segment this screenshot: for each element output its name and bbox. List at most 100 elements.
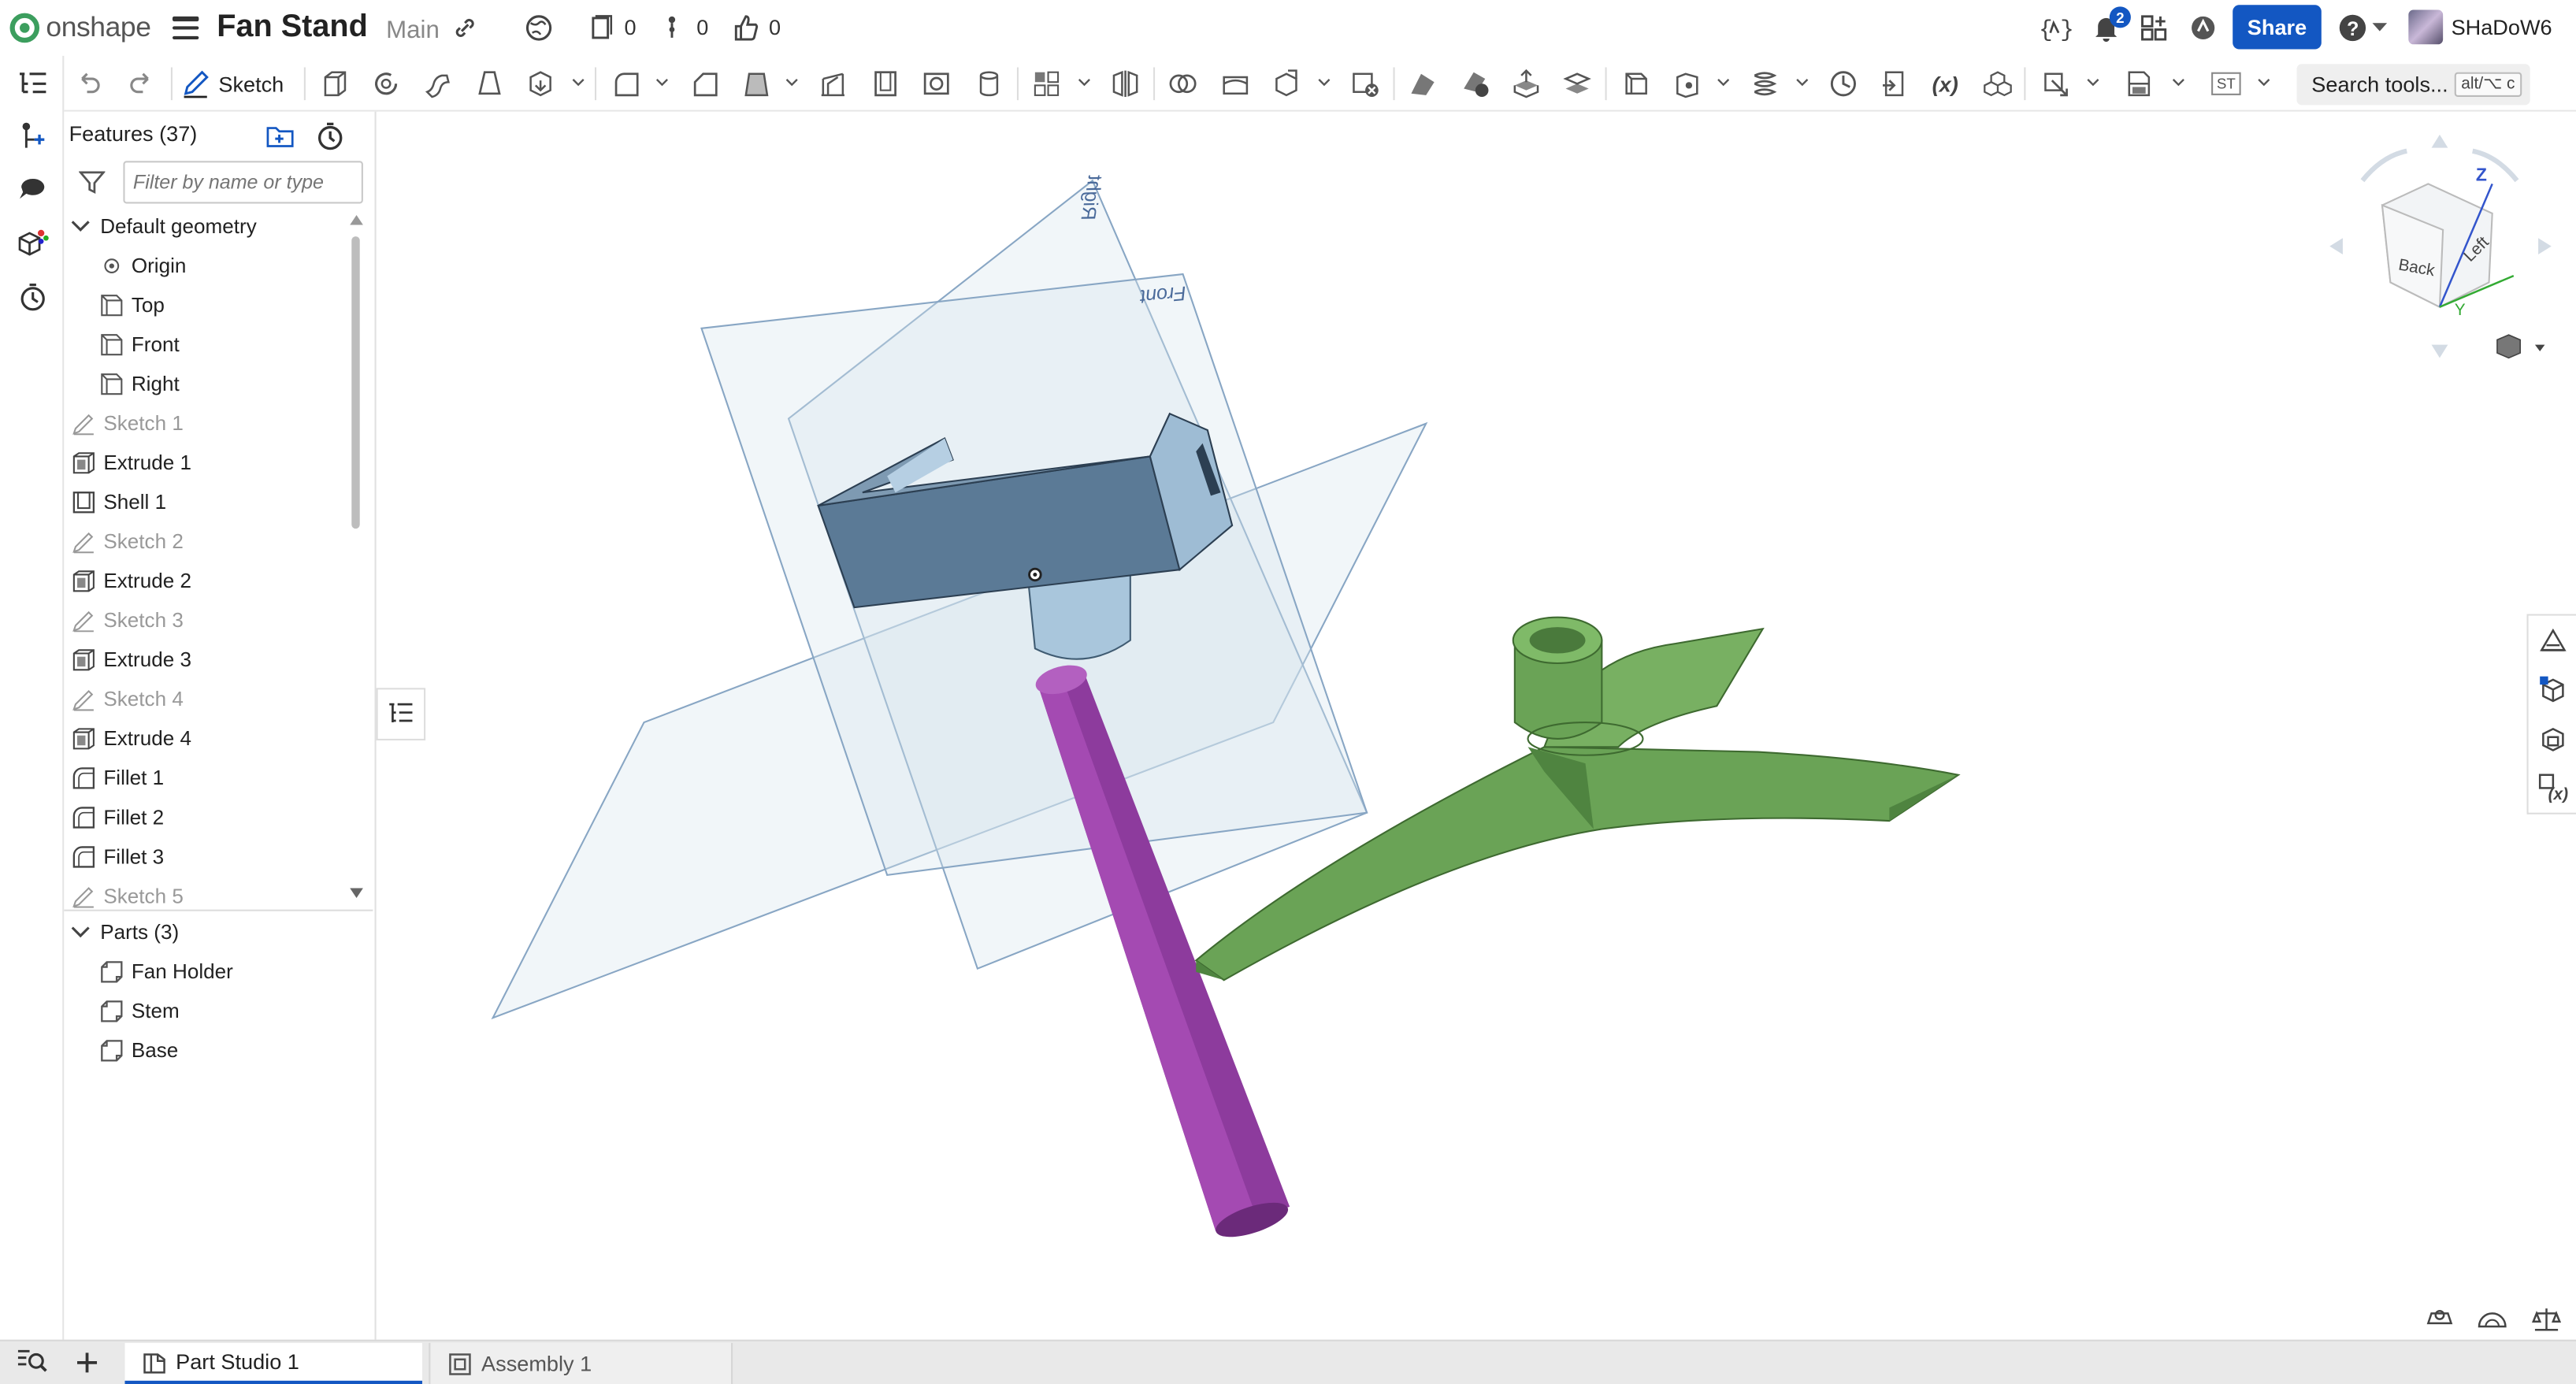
feature-item[interactable]: Sketch 4 (64, 680, 351, 719)
tree-group-default-geometry[interactable]: Default geometry (64, 207, 351, 247)
onshape-logo[interactable]: onshape (9, 12, 151, 45)
undo-icon[interactable] (69, 64, 109, 103)
parts-panel-icon[interactable] (2537, 673, 2570, 707)
feature-item[interactable]: Front (64, 325, 351, 365)
variables-panel-icon[interactable]: (x) (2537, 772, 2570, 805)
feature-list-toggle[interactable] (376, 688, 426, 740)
replace-face-icon[interactable] (1557, 64, 1597, 103)
globe-icon[interactable] (521, 10, 557, 46)
sweep-icon[interactable] (419, 64, 458, 103)
feature-item[interactable]: Extrude 4 (64, 719, 351, 759)
thicken-icon[interactable] (521, 64, 560, 103)
tab-assembly-1[interactable]: Assembly 1 (429, 1342, 733, 1384)
filter-input[interactable] (123, 161, 363, 204)
like-icon[interactable] (728, 10, 764, 46)
feature-item[interactable]: Right (64, 365, 351, 404)
branch-icon[interactable] (654, 10, 690, 46)
feature-item[interactable]: Origin (64, 247, 351, 286)
plane-icon[interactable] (1616, 64, 1656, 103)
view-down-arrow-icon[interactable] (2431, 344, 2448, 358)
chevron-down-icon[interactable] (2172, 76, 2185, 89)
part-item-base[interactable]: Base (64, 1031, 351, 1070)
variable-icon[interactable]: (x) (1925, 64, 1965, 103)
feature-item[interactable]: Shell 1 (64, 483, 351, 522)
search-tools-input[interactable]: Search tools... alt/⌥ c (2296, 64, 2530, 106)
transform-icon[interactable] (1267, 64, 1306, 103)
feature-scrollbar[interactable] (348, 213, 365, 911)
assembly-panel-icon[interactable] (2537, 722, 2570, 755)
menu-icon[interactable] (172, 16, 199, 40)
chevron-down-icon[interactable] (572, 76, 585, 89)
tree-group-parts[interactable]: Parts (3) (64, 913, 351, 952)
view-options-icon[interactable] (2496, 334, 2545, 359)
rib-icon[interactable] (813, 64, 852, 103)
appearance-panel-icon[interactable] (2537, 624, 2570, 657)
scroll-thumb[interactable] (351, 236, 360, 529)
comments-icon[interactable] (15, 171, 51, 207)
scroll-up-icon[interactable] (348, 213, 365, 227)
sketch-button[interactable]: Sketch (180, 64, 284, 103)
move-face-icon[interactable] (1506, 64, 1546, 103)
avatar[interactable] (2408, 9, 2444, 45)
model-canvas[interactable]: Right Front Back Left Z Y (378, 112, 2576, 1340)
search-tabs-icon[interactable] (17, 1348, 50, 1382)
delete-part-icon[interactable] (1346, 64, 1385, 103)
cylinder-icon[interactable] (969, 64, 1008, 103)
feature-item[interactable]: Top (64, 286, 351, 325)
feature-item[interactable]: Extrude 1 (64, 443, 351, 483)
revolve-icon[interactable] (366, 64, 406, 103)
feature-item[interactable]: Fillet 1 (64, 759, 351, 798)
chevron-down-icon[interactable] (1795, 76, 1809, 89)
share-button[interactable]: Share (2233, 5, 2322, 50)
feature-item[interactable]: Fillet 3 (64, 837, 351, 877)
feature-item[interactable]: Extrude 2 (64, 562, 351, 601)
feature-item[interactable]: Sketch 1 (64, 404, 351, 443)
appearance-icon[interactable] (15, 225, 51, 262)
app-store-icon[interactable] (2136, 10, 2172, 46)
linear-pattern-icon[interactable] (1026, 64, 1066, 103)
view-right-arrow-icon[interactable] (2538, 238, 2552, 255)
section-view-icon[interactable] (2119, 64, 2158, 103)
extrude-icon[interactable] (315, 64, 354, 103)
feature-item[interactable]: Extrude 3 (64, 640, 351, 680)
chamfer-icon[interactable] (685, 64, 725, 103)
filter-icon[interactable] (78, 169, 106, 204)
view-left-arrow-icon[interactable] (2329, 238, 2343, 255)
chevron-down-icon[interactable] (655, 76, 669, 89)
feature-item[interactable]: Sketch 2 (64, 522, 351, 562)
helix-icon[interactable] (1745, 64, 1784, 103)
username[interactable]: SHaDoW6 (2452, 15, 2552, 39)
modify-fillet-icon[interactable] (1403, 64, 1442, 103)
part-item-stem[interactable]: Stem (64, 992, 351, 1031)
derived-icon[interactable] (1875, 64, 1914, 103)
versions-icon[interactable] (583, 10, 619, 46)
hole-icon[interactable] (917, 64, 956, 103)
mirror-icon[interactable] (1106, 64, 1145, 103)
mate-connector-icon[interactable] (1668, 64, 1707, 103)
balance-icon[interactable] (2531, 1308, 2562, 1331)
chevron-down-icon[interactable] (2257, 76, 2270, 89)
view-cube[interactable]: Back Left Z Y (2329, 134, 2552, 358)
graphics-viewport[interactable]: Right Front Back Left Z Y (377, 111, 2576, 1340)
document-title[interactable]: Fan Stand (217, 10, 368, 46)
branch-name[interactable]: Main (386, 17, 440, 44)
add-folder-icon[interactable] (266, 123, 296, 158)
link-icon[interactable] (447, 10, 483, 46)
scroll-down-icon[interactable] (348, 886, 365, 900)
measure-icon[interactable] (2036, 64, 2075, 103)
boolean-icon[interactable] (1164, 64, 1203, 103)
standard-content-icon[interactable]: ST (2207, 64, 2246, 103)
redo-icon[interactable] (121, 64, 161, 103)
rollback-icon[interactable] (1824, 64, 1863, 103)
feature-list-icon[interactable] (15, 65, 51, 102)
chevron-down-icon[interactable] (2087, 76, 2100, 89)
chevron-down-icon[interactable] (71, 926, 91, 939)
chevron-down-icon[interactable] (1318, 76, 1331, 89)
learning-center-icon[interactable] (2185, 10, 2222, 46)
chevron-down-icon[interactable] (1717, 76, 1730, 89)
add-tab-button[interactable] (72, 1348, 102, 1378)
insert-icon[interactable] (15, 118, 51, 154)
view-up-arrow-icon[interactable] (2431, 134, 2448, 148)
configurations-icon[interactable] (1978, 64, 2017, 103)
feature-item[interactable]: Sketch 3 (64, 601, 351, 640)
